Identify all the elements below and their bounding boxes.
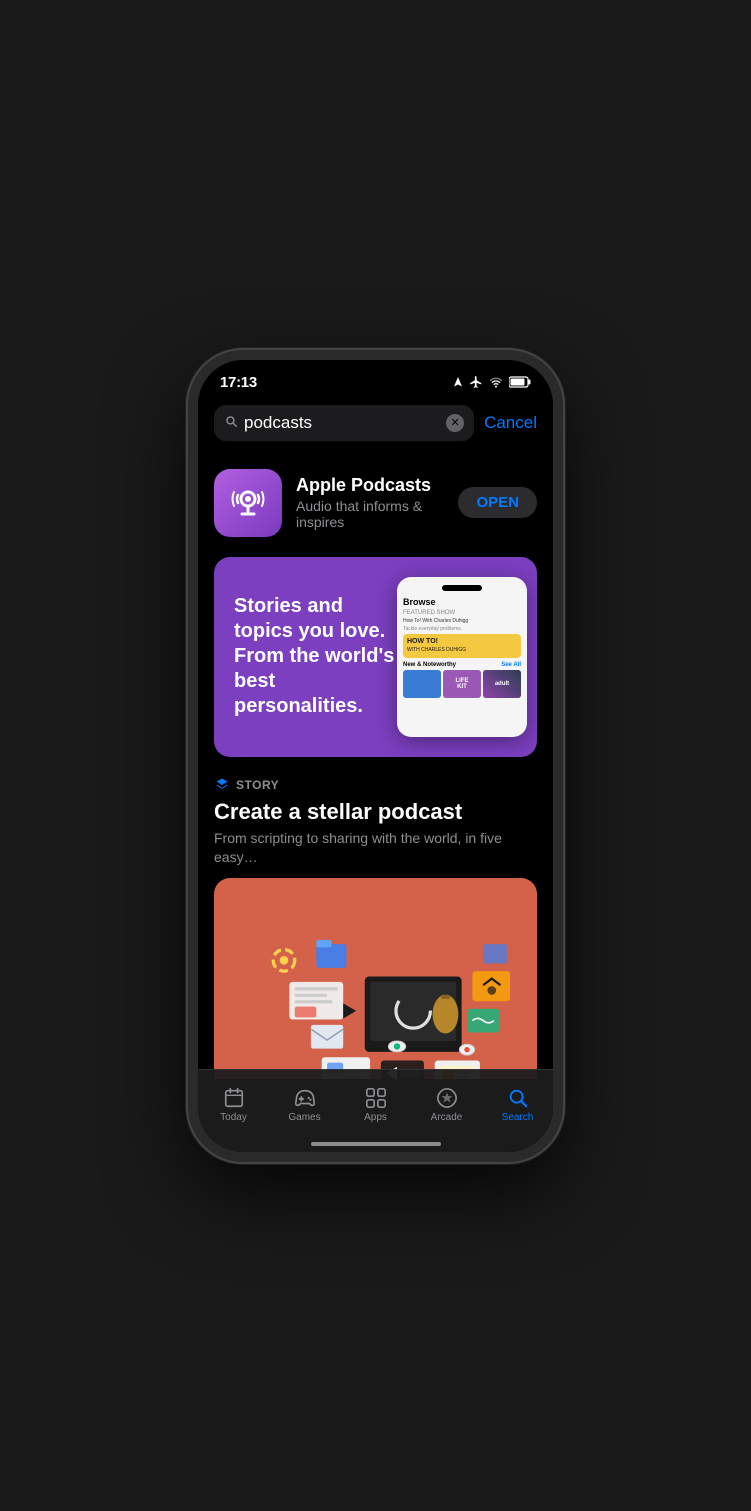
banner-title: Stories and topics you love. From the wo… <box>234 594 397 719</box>
app-info: Apple Podcasts Audio that informs & insp… <box>296 475 444 530</box>
games-tab-icon <box>294 1087 316 1109</box>
tab-today[interactable]: Today <box>198 1087 269 1123</box>
search-tab-label: Search <box>502 1112 534 1123</box>
today-tab-icon <box>223 1087 245 1109</box>
banner-phone-mockup: Browse FEATURED SHOW How To! With Charle… <box>397 577 527 737</box>
tab-arcade[interactable]: Arcade <box>411 1087 482 1123</box>
story-title: Create a stellar podcast <box>214 799 537 825</box>
tab-games[interactable]: Games <box>269 1087 340 1123</box>
screen: podcasts ✕ Cancel <box>198 397 553 1145</box>
wifi-icon <box>488 376 504 388</box>
search-bar: podcasts ✕ Cancel <box>198 397 553 451</box>
clear-search-button[interactable]: ✕ <box>446 414 464 432</box>
search-query: podcasts <box>244 413 440 433</box>
cancel-button[interactable]: Cancel <box>484 413 537 433</box>
app-subtitle: Audio that informs & inspires <box>296 498 444 530</box>
story-illustration <box>214 878 537 1079</box>
appstore-story-icon <box>214 777 230 793</box>
app-name: Apple Podcasts <box>296 475 444 496</box>
today-tab-label: Today <box>220 1112 247 1123</box>
search-tab-icon <box>507 1087 529 1109</box>
story-description: From scripting to sharing with the world… <box>214 829 537 868</box>
promotional-banner[interactable]: Stories and topics you love. From the wo… <box>214 557 537 757</box>
open-button[interactable]: OPEN <box>458 487 537 518</box>
podcasts-app-icon <box>226 481 270 525</box>
tab-search[interactable]: Search <box>482 1087 553 1123</box>
story-tag: STORY <box>236 778 279 792</box>
phone-frame: 17:13 <box>188 350 563 1162</box>
airplane-icon <box>469 375 483 389</box>
home-indicator <box>311 1142 441 1145</box>
search-magnifier-icon <box>224 414 238 431</box>
arcade-tab-icon <box>436 1087 458 1109</box>
status-time: 17:13 <box>220 374 257 391</box>
notch <box>298 360 453 388</box>
games-tab-label: Games <box>288 1112 320 1123</box>
tab-apps[interactable]: Apps <box>340 1087 411 1123</box>
arcade-tab-label: Arcade <box>431 1112 463 1123</box>
tab-bar: Today Games Apps <box>198 1069 553 1145</box>
location-icon <box>452 376 464 388</box>
battery-icon <box>509 376 531 388</box>
story-section: STORY Create a stellar podcast From scri… <box>214 777 537 1079</box>
banner-text: Stories and topics you love. From the wo… <box>234 594 397 719</box>
apps-tab-label: Apps <box>364 1112 387 1123</box>
story-label: STORY <box>214 777 537 793</box>
content-area: Apple Podcasts Audio that informs & insp… <box>198 451 553 1079</box>
apps-tab-icon <box>365 1087 387 1109</box>
app-result-row: Apple Podcasts Audio that informs & insp… <box>214 459 537 551</box>
status-icons <box>452 375 531 389</box>
app-icon-podcasts <box>214 469 282 537</box>
story-image[interactable] <box>214 878 537 1079</box>
search-input-container[interactable]: podcasts ✕ <box>214 405 474 441</box>
